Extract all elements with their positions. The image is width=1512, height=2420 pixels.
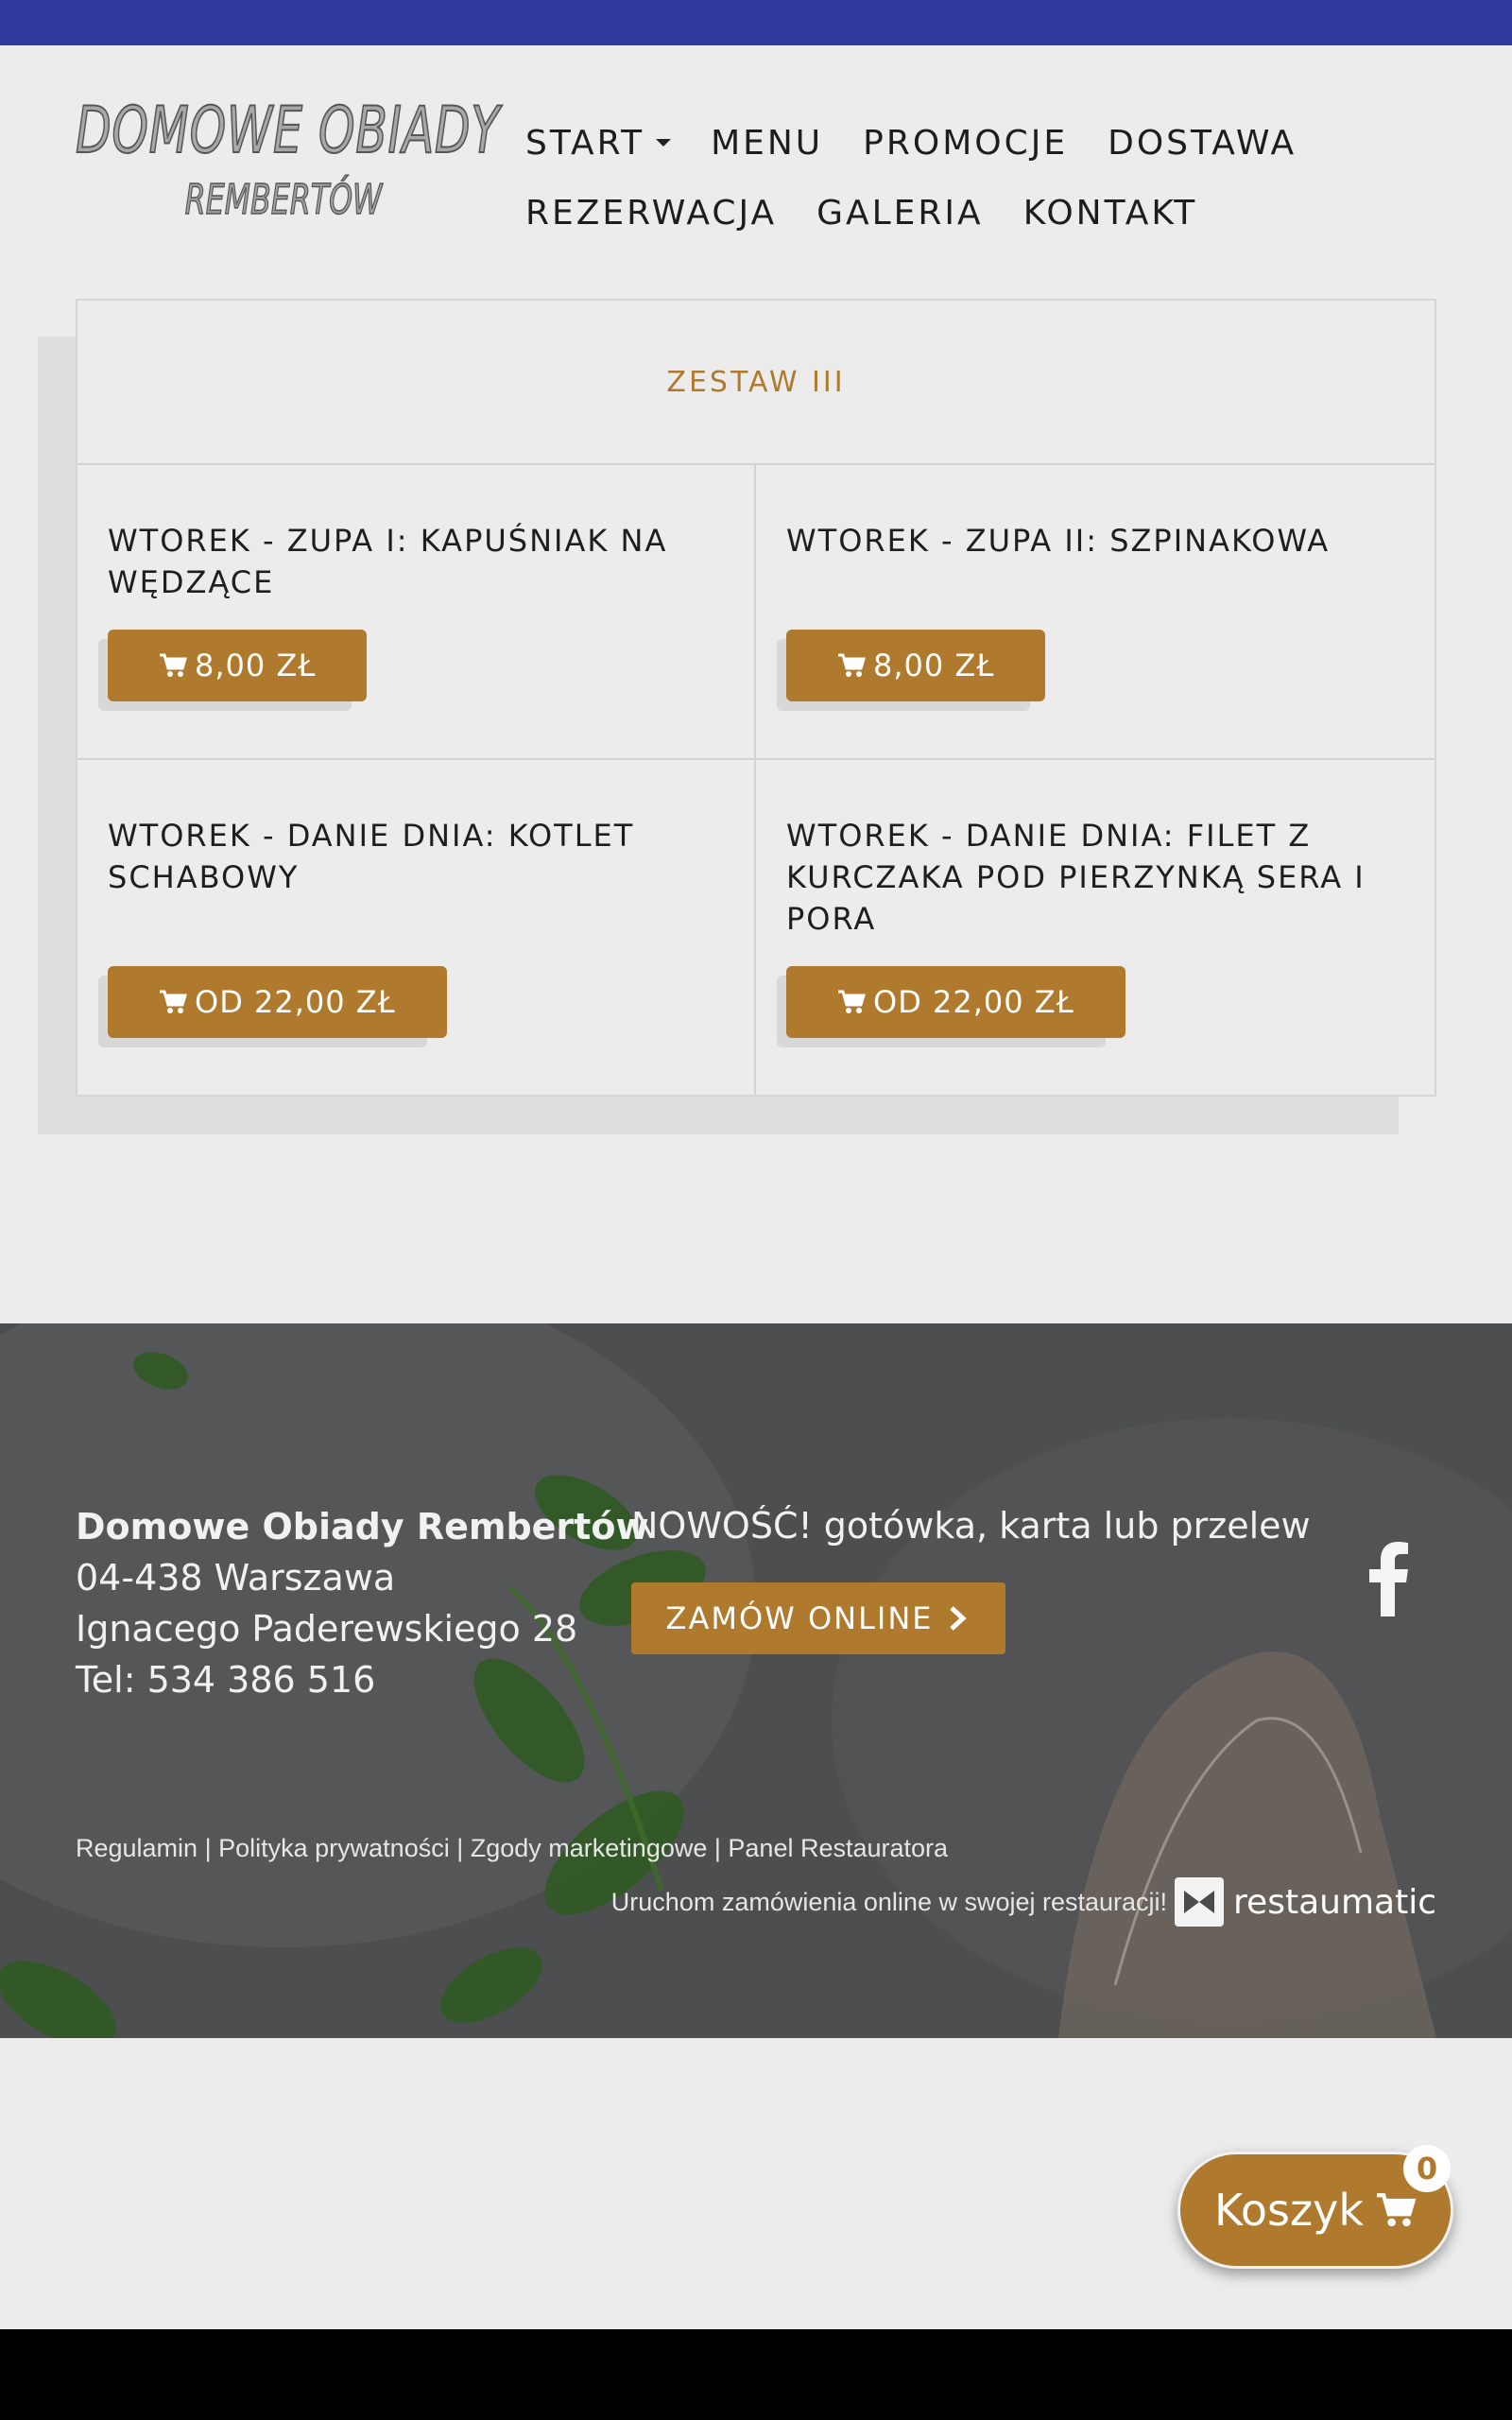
nav-row-2: REZERWACJA GALERIA KONTAKT [525, 178, 1376, 248]
restaumatic-brand: restaumatic [1233, 1882, 1436, 1922]
cart-icon [1377, 2193, 1417, 2227]
nav-item-start[interactable]: START [525, 123, 672, 163]
order-online-button[interactable]: ZAMÓW ONLINE [631, 1582, 1005, 1654]
menu-item: WTOREK - DANIE DNIA: KOTLET SCHABOWY OD … [77, 760, 756, 1097]
chevron-right-icon [950, 1606, 968, 1631]
cart-icon [160, 653, 187, 677]
menu-section-card: ZESTAW III WTOREK - ZUPA I: KAPUŚNIAK NA… [76, 299, 1436, 1097]
restaurant-city: 04-438 Warszawa [76, 1557, 396, 1599]
payment-promo-text: NOWOŚĆ! gotówka, karta lub przelew [631, 1505, 1311, 1547]
add-to-cart-button[interactable]: OD 22,00 ZŁ [108, 966, 447, 1038]
nav-item-galeria[interactable]: GALERIA [816, 194, 984, 233]
caret-down-icon [656, 139, 672, 147]
menu-item: WTOREK - ZUPA I: KAPUŚNIAK NA WĘDZĄCE 8,… [77, 465, 756, 760]
restaurant-name: Domowe Obiady Rembertów [76, 1506, 649, 1547]
link-privacy-policy[interactable]: Polityka prywatności [218, 1834, 450, 1862]
nav-item-label: START [525, 123, 645, 163]
menu-item-name: WTOREK - ZUPA I: KAPUŚNIAK NA WĘDZĄCE [108, 523, 668, 600]
restaumatic-logo[interactable]: restaumatic [1175, 1877, 1436, 1927]
cart-count-badge: 0 [1403, 2145, 1451, 2192]
menu-item: WTOREK - ZUPA II: SZPINAKOWA 8,00 ZŁ [756, 465, 1435, 760]
bottom-bar [0, 2329, 1512, 2420]
nav-row-1: START MENU PROMOCJE DOSTAWA [525, 108, 1376, 178]
powered-by: Uruchom zamówienia online w swojej resta… [611, 1877, 1436, 1927]
footer-links: Regulamin | Polityka prywatności | Zgody… [76, 1834, 949, 1862]
add-to-cart-button[interactable]: 8,00 ZŁ [108, 630, 368, 701]
cart-icon [838, 990, 866, 1013]
price-label: 8,00 ZŁ [195, 648, 317, 683]
logo-line-2: REMBERTÓW [184, 175, 383, 225]
floating-cart-button[interactable]: Koszyk 0 [1177, 2145, 1453, 2269]
facebook-icon[interactable] [1361, 1541, 1418, 1616]
main-navigation: START MENU PROMOCJE DOSTAWA REZERWACJA G… [525, 108, 1376, 248]
restaumatic-logo-icon [1175, 1877, 1225, 1927]
menu-section-title: ZESTAW III [77, 301, 1435, 465]
price-label: 8,00 ZŁ [873, 648, 995, 683]
nav-item-menu[interactable]: MENU [711, 124, 823, 163]
price-label: OD 22,00 ZŁ [195, 984, 396, 1020]
menu-item: WTOREK - DANIE DNIA: FILET Z KURCZAKA PO… [756, 760, 1435, 1097]
logo-line-1: DOMOWE OBIADY [75, 93, 500, 169]
price-label: OD 22,00 ZŁ [873, 984, 1074, 1020]
link-restaurant-panel[interactable]: Panel Restauratora [728, 1834, 948, 1862]
link-regulamin[interactable]: Regulamin [76, 1834, 198, 1862]
add-to-cart-button[interactable]: OD 22,00 ZŁ [786, 966, 1125, 1038]
restaurant-street: Ignacego Paderewskiego 28 [76, 1608, 578, 1650]
nav-item-kontakt[interactable]: KONTAKT [1023, 194, 1198, 233]
menu-item-name: WTOREK - ZUPA II: SZPINAKOWA [786, 523, 1331, 559]
link-marketing-consents[interactable]: Zgody marketingowe [471, 1834, 708, 1862]
restaurant-phone[interactable]: Tel: 534 386 516 [76, 1654, 649, 1705]
nav-item-promocje[interactable]: PROMOCJE [863, 124, 1068, 163]
add-to-cart-button[interactable]: 8,00 ZŁ [786, 630, 1046, 701]
site-footer: Domowe Obiady Rembertów 04-438 Warszawa … [0, 1323, 1512, 2038]
menu-item-name: WTOREK - DANIE DNIA: FILET Z KURCZAKA PO… [786, 818, 1366, 937]
order-online-label: ZAMÓW ONLINE [665, 1600, 934, 1636]
site-logo[interactable]: DOMOWE OBIADY REMBERTÓW [75, 91, 500, 242]
menu-item-name: WTOREK - DANIE DNIA: KOTLET SCHABOWY [108, 818, 635, 895]
nav-item-rezerwacja[interactable]: REZERWACJA [525, 194, 777, 233]
nav-item-dostawa[interactable]: DOSTAWA [1108, 124, 1297, 163]
restaurant-address: Domowe Obiady Rembertów 04-438 Warszawa … [76, 1501, 649, 1705]
cart-icon [160, 990, 187, 1013]
top-accent-bar [0, 0, 1512, 45]
cart-icon [838, 653, 866, 677]
cart-label: Koszyk [1214, 2185, 1364, 2236]
powered-by-text[interactable]: Uruchom zamówienia online w swojej resta… [611, 1888, 1167, 1917]
site-header: DOMOWE OBIADY REMBERTÓW START MENU PROMO… [0, 45, 1512, 284]
